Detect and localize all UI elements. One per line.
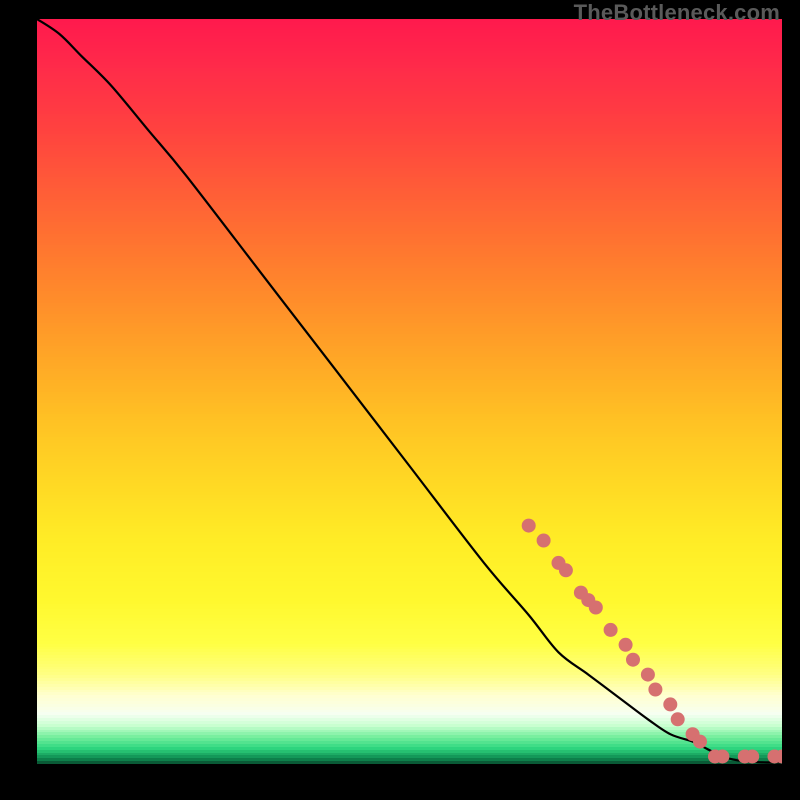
highlighted-point [693,735,707,749]
chart-stage: TheBottleneck.com [0,0,800,800]
highlighted-point [715,750,729,764]
highlighted-point [626,653,640,667]
highlighted-point [648,683,662,697]
highlighted-point [745,750,759,764]
highlighted-points-group [522,519,782,764]
highlighted-point [589,601,603,615]
highlighted-point [619,638,633,652]
highlighted-point [559,563,573,577]
highlighted-point [641,668,655,682]
plot-area [37,19,782,764]
highlighted-point [604,623,618,637]
highlighted-point [537,534,551,548]
highlighted-point [522,519,536,533]
watermark-text: TheBottleneck.com [574,0,780,26]
chart-svg [37,19,782,764]
bottleneck-curve [37,19,782,763]
highlighted-point [671,712,685,726]
highlighted-point [663,697,677,711]
